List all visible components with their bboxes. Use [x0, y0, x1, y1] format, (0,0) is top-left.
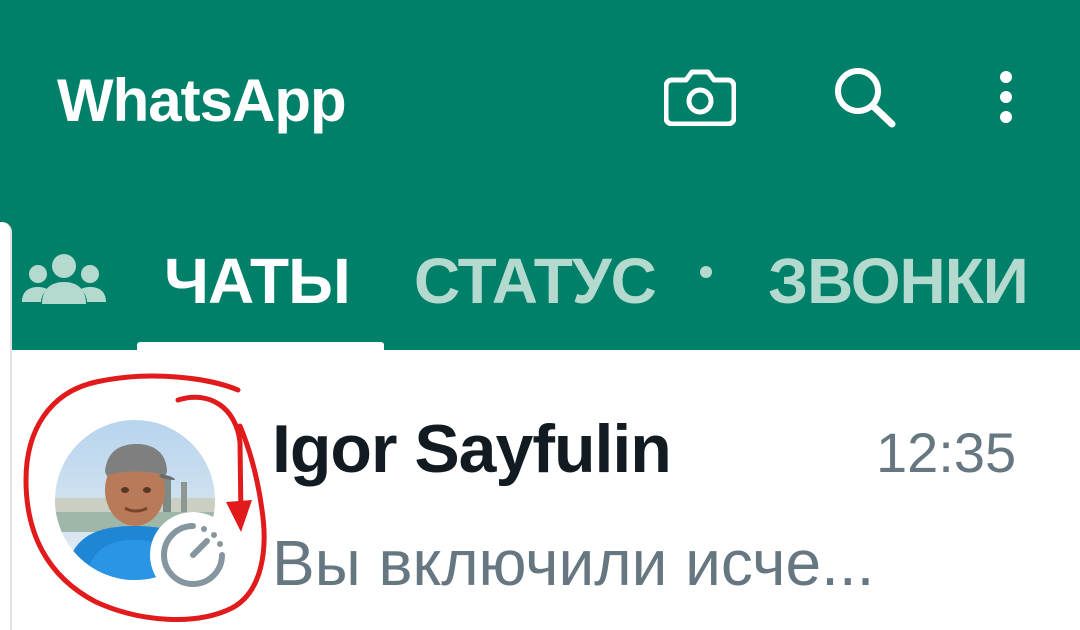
active-tab-indicator	[137, 342, 384, 350]
more-vert-icon[interactable]	[993, 70, 1019, 126]
timer-icon	[154, 516, 232, 594]
tab-bar: ЧАТЫ СТАТУС ЗВОНКИ	[0, 230, 1080, 350]
status-update-dot	[700, 266, 712, 278]
search-icon[interactable]	[832, 66, 898, 128]
communities-icon[interactable]	[20, 252, 108, 306]
app-title: WhatsApp	[57, 67, 347, 134]
chat-timestamp: 12:35	[876, 421, 1017, 484]
tab-status[interactable]: СТАТУС	[414, 244, 657, 318]
chat-contact-name: Igor Sayfulin	[272, 411, 672, 487]
camera-icon[interactable]	[664, 66, 736, 126]
chat-list-item[interactable]: Igor Sayfulin 12:35 Вы включили исче...	[0, 350, 1080, 630]
whatsapp-screen: WhatsApp ЧАТЫ СТАТУС ЗВОНКИ Igor Sayfuli…	[0, 0, 1080, 630]
tab-chats[interactable]: ЧАТЫ	[164, 244, 351, 318]
tab-calls[interactable]: ЗВОНКИ	[768, 244, 1029, 318]
disappearing-timer-badge	[150, 512, 236, 598]
chat-last-message: Вы включили исче...	[272, 527, 875, 599]
